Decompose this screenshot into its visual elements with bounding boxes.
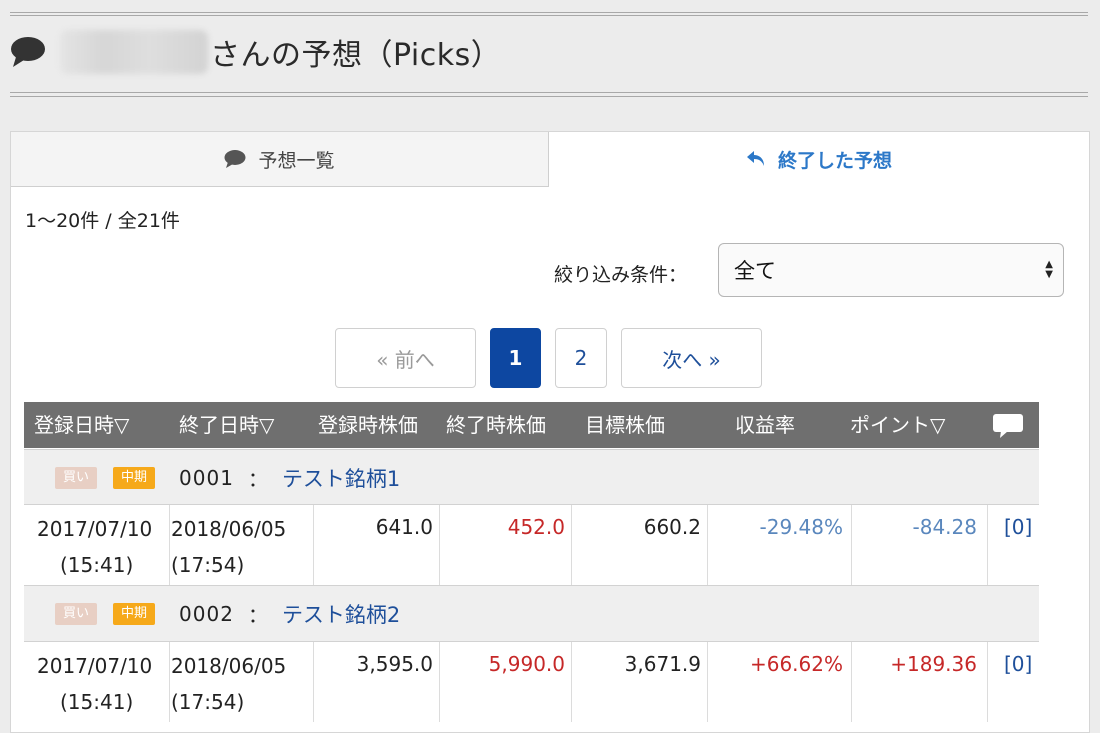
target-cell: 3,671.9 <box>572 642 708 722</box>
picks-panel: 予想一覧 終了した予想 1〜20件 / 全21件 絞り込み条件： 全て ▲ ▼ «… <box>10 131 1090 733</box>
end-price-cell: 452.0 <box>440 505 572 585</box>
reg-price-cell: 3,595.0 <box>314 642 440 722</box>
reg-time: (15:41) <box>60 690 134 714</box>
tab-finished-picks[interactable]: 終了した予想 <box>549 132 1089 186</box>
top-divider <box>10 12 1088 13</box>
page-header: さんの予想（Picks） <box>10 22 501 82</box>
updown-caret-icon: ▲ ▼ <box>1045 259 1053 280</box>
separator: ： <box>247 603 268 627</box>
target-cell: 660.2 <box>572 505 708 585</box>
reg-price: 3,595.0 <box>356 652 433 676</box>
reply-arrow-icon <box>746 150 766 168</box>
stock-code: 0002 <box>179 601 234 626</box>
points-cell: -84.28 <box>852 505 988 585</box>
col-end-price: 終了時株価 <box>446 413 546 437</box>
table-row: 2017/07/10 (15:41) 2018/06/05 (17:54) 3,… <box>24 641 1039 722</box>
reg-date: 2017/07/10 <box>37 517 153 541</box>
top-divider-2 <box>10 15 1088 16</box>
tab-picks-list[interactable]: 予想一覧 <box>11 132 549 187</box>
comments-cell: [0] <box>988 505 1039 585</box>
comments-link[interactable]: [0] <box>1004 652 1032 676</box>
reg-time: (15:41) <box>60 553 134 577</box>
stock-code: 0001 <box>179 465 234 490</box>
return-value: +66.62% <box>749 652 843 676</box>
table-header: 登録日時▽ 終了日時▽ 登録時株価 終了時株価 目標株価 収益率 ポイント▽ <box>24 402 1039 448</box>
target-price: 660.2 <box>643 515 701 539</box>
target-price: 3,671.9 <box>624 652 701 676</box>
page-title: さんの予想（Picks） <box>210 38 502 73</box>
col-points[interactable]: ポイント▽ <box>850 402 945 448</box>
end-date: 2018/06/05 <box>171 654 287 678</box>
end-price: 5,990.0 <box>488 652 565 676</box>
col-registered-price: 登録時株価 <box>318 413 418 437</box>
speech-bubble-icon <box>224 149 246 169</box>
points-value: -84.28 <box>912 515 977 539</box>
pagination-page-2[interactable]: 2 <box>555 328 607 388</box>
stock-name-link[interactable]: テスト銘柄1 <box>282 463 400 493</box>
blurred-username <box>60 30 208 74</box>
filter-selected-value: 全て <box>734 259 776 283</box>
col-registered-at[interactable]: 登録日時▽ <box>34 402 129 448</box>
reg-price-cell: 641.0 <box>314 505 440 585</box>
registered-cell: 2017/07/10 (15:41) <box>24 642 170 722</box>
col-return: 収益率 <box>735 413 795 437</box>
pagination-prev[interactable]: « 前へ <box>335 328 476 388</box>
points-value: +189.36 <box>890 652 977 676</box>
pagination-page-1[interactable]: 1 <box>490 328 541 388</box>
stock-name-link[interactable]: テスト銘柄2 <box>282 599 400 629</box>
term-badge: 中期 <box>113 602 156 625</box>
separator: ： <box>247 467 268 491</box>
end-price-cell: 5,990.0 <box>440 642 572 722</box>
speech-bubble-icon <box>10 35 46 69</box>
filter-select[interactable]: 全て ▲ ▼ <box>718 243 1064 297</box>
title-divider <box>10 92 1088 93</box>
return-cell: -29.48% <box>708 505 852 585</box>
reg-price: 641.0 <box>375 515 433 539</box>
stock-header-row: 買い 中期 0002 ： テスト銘柄2 <box>24 585 1039 641</box>
end-price: 452.0 <box>507 515 565 539</box>
term-badge: 中期 <box>113 466 156 489</box>
ended-cell: 2018/06/05 (17:54) <box>170 505 314 585</box>
points-cell: +189.36 <box>852 642 988 722</box>
tab-label: 終了した予想 <box>777 149 892 172</box>
buy-badge: 買い <box>55 466 98 489</box>
end-date: 2018/06/05 <box>171 517 287 541</box>
registered-cell: 2017/07/10 (15:41) <box>24 505 170 585</box>
return-value: -29.48% <box>759 515 843 539</box>
table-row: 2017/07/10 (15:41) 2018/06/05 (17:54) 64… <box>24 504 1039 585</box>
filter-label: 絞り込み条件： <box>554 264 688 286</box>
title-divider-2 <box>10 96 1088 97</box>
pagination-next[interactable]: 次へ » <box>621 328 762 388</box>
ended-cell: 2018/06/05 (17:54) <box>170 642 314 722</box>
reg-date: 2017/07/10 <box>37 654 153 678</box>
col-target-price: 目標株価 <box>585 413 665 437</box>
comments-link[interactable]: [0] <box>1004 515 1032 539</box>
buy-badge: 買い <box>55 602 98 625</box>
tab-label: 予想一覧 <box>258 149 335 172</box>
return-cell: +66.62% <box>708 642 852 722</box>
comment-icon <box>992 413 1024 443</box>
comments-cell: [0] <box>988 642 1039 722</box>
col-ended-at[interactable]: 終了日時▽ <box>179 402 274 448</box>
end-time: (17:54) <box>171 690 245 714</box>
end-time: (17:54) <box>171 553 245 577</box>
result-count: 1〜20件 / 全21件 <box>25 210 180 232</box>
stock-header-row: 買い 中期 0001 ： テスト銘柄1 <box>24 449 1039 505</box>
